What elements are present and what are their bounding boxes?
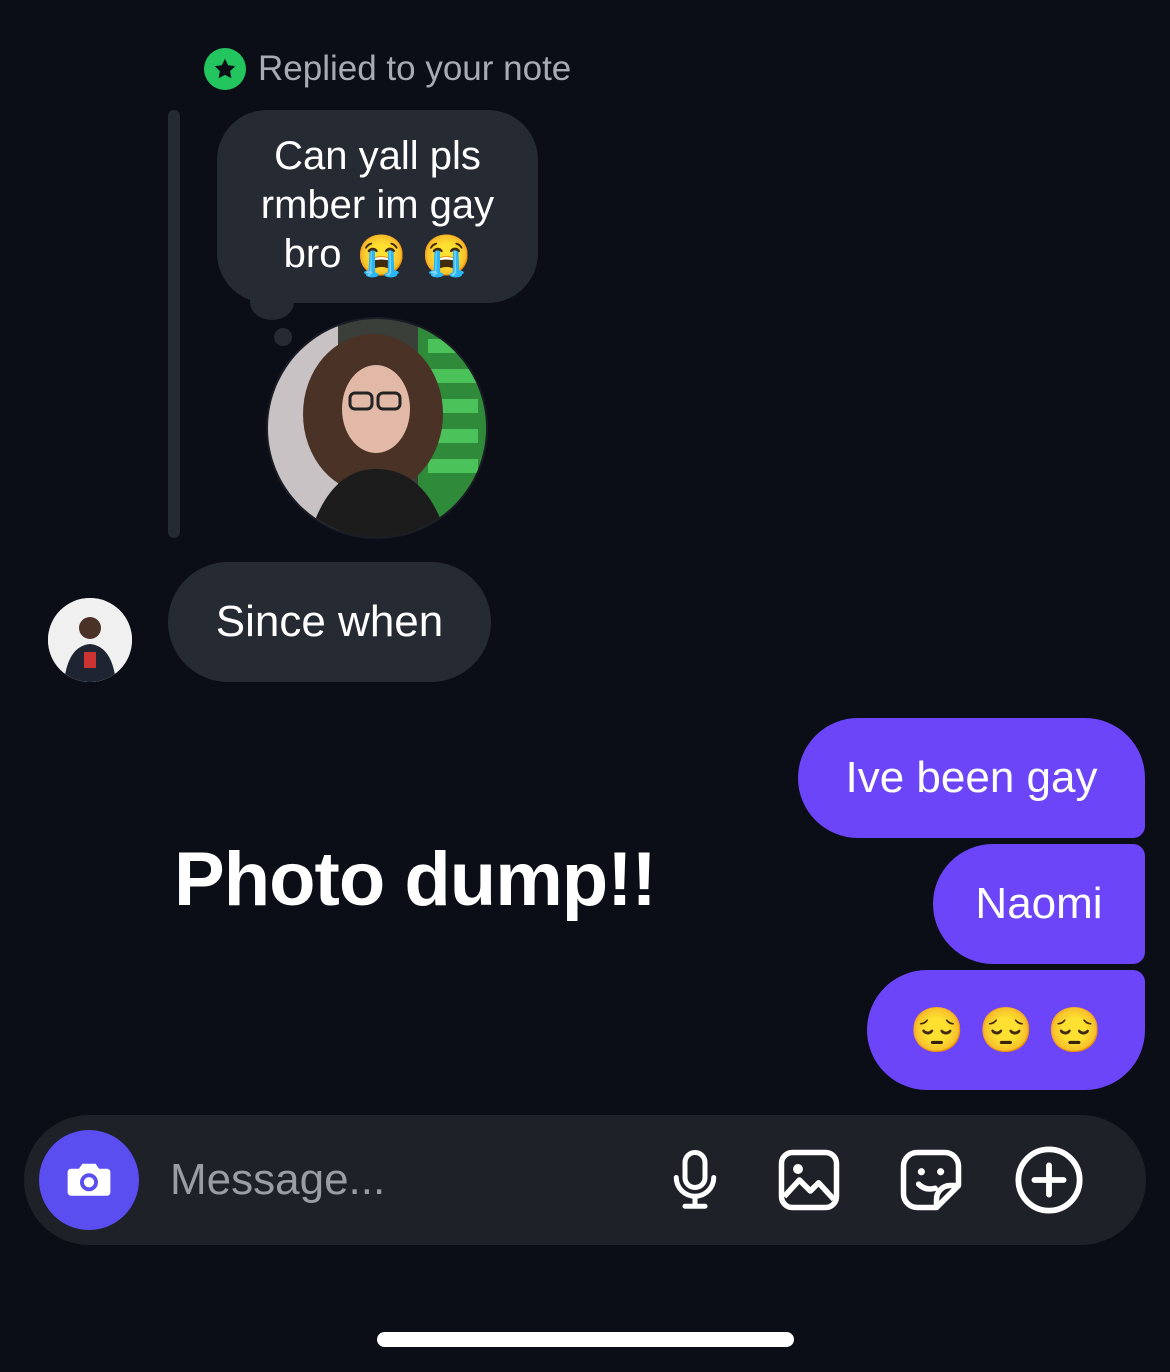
outgoing-message-bubble[interactable]: Naomi: [933, 844, 1145, 964]
message-composer: [24, 1115, 1146, 1245]
note-line-1: Can yall pls: [274, 134, 481, 179]
incoming-message-bubble[interactable]: Since when: [168, 562, 491, 682]
home-indicator[interactable]: [377, 1332, 794, 1347]
gallery-button[interactable]: [774, 1145, 844, 1215]
reply-indicator-bar: [168, 110, 180, 538]
photo-dump-text: Photo dump!!: [174, 837, 657, 922]
sticker-icon: [900, 1149, 962, 1211]
note-tail-dot: [274, 328, 292, 346]
pensive-face-emoji-3: 😔: [1047, 1006, 1103, 1055]
camera-button[interactable]: [39, 1130, 139, 1230]
message-input[interactable]: [170, 1145, 640, 1215]
microphone-button[interactable]: [660, 1145, 730, 1215]
note-line-2: rmber im gay: [260, 183, 495, 228]
microphone-icon: [673, 1150, 717, 1209]
reply-context-header: Replied to your note: [204, 48, 571, 90]
star-icon: [204, 48, 246, 90]
note-line-3: bro 😭 😭: [284, 230, 472, 281]
note-author-photo[interactable]: [266, 317, 488, 539]
sticker-button[interactable]: [896, 1145, 966, 1215]
crying-face-emoji-1: 😭: [356, 233, 407, 278]
outgoing-emoji-message-bubble[interactable]: 😔 😔 😔: [867, 970, 1145, 1090]
note-bubble[interactable]: Can yall pls rmber im gay bro 😭 😭: [217, 110, 538, 303]
sender-avatar[interactable]: [48, 598, 132, 682]
outgoing-message-bubble[interactable]: Ive been gay: [798, 718, 1145, 838]
crying-face-emoji-2: 😭: [421, 233, 472, 278]
pensive-face-emoji-1: 😔: [909, 1006, 965, 1055]
camera-icon: [67, 1163, 111, 1196]
reply-context-label: Replied to your note: [258, 49, 572, 88]
more-options-button[interactable]: [1014, 1145, 1084, 1215]
image-icon: [778, 1149, 840, 1211]
note-line-3-text: bro: [283, 232, 342, 277]
pensive-face-emoji-2: 😔: [978, 1006, 1034, 1055]
note-tail: [250, 284, 294, 320]
plus-circle-icon: [1015, 1146, 1083, 1214]
